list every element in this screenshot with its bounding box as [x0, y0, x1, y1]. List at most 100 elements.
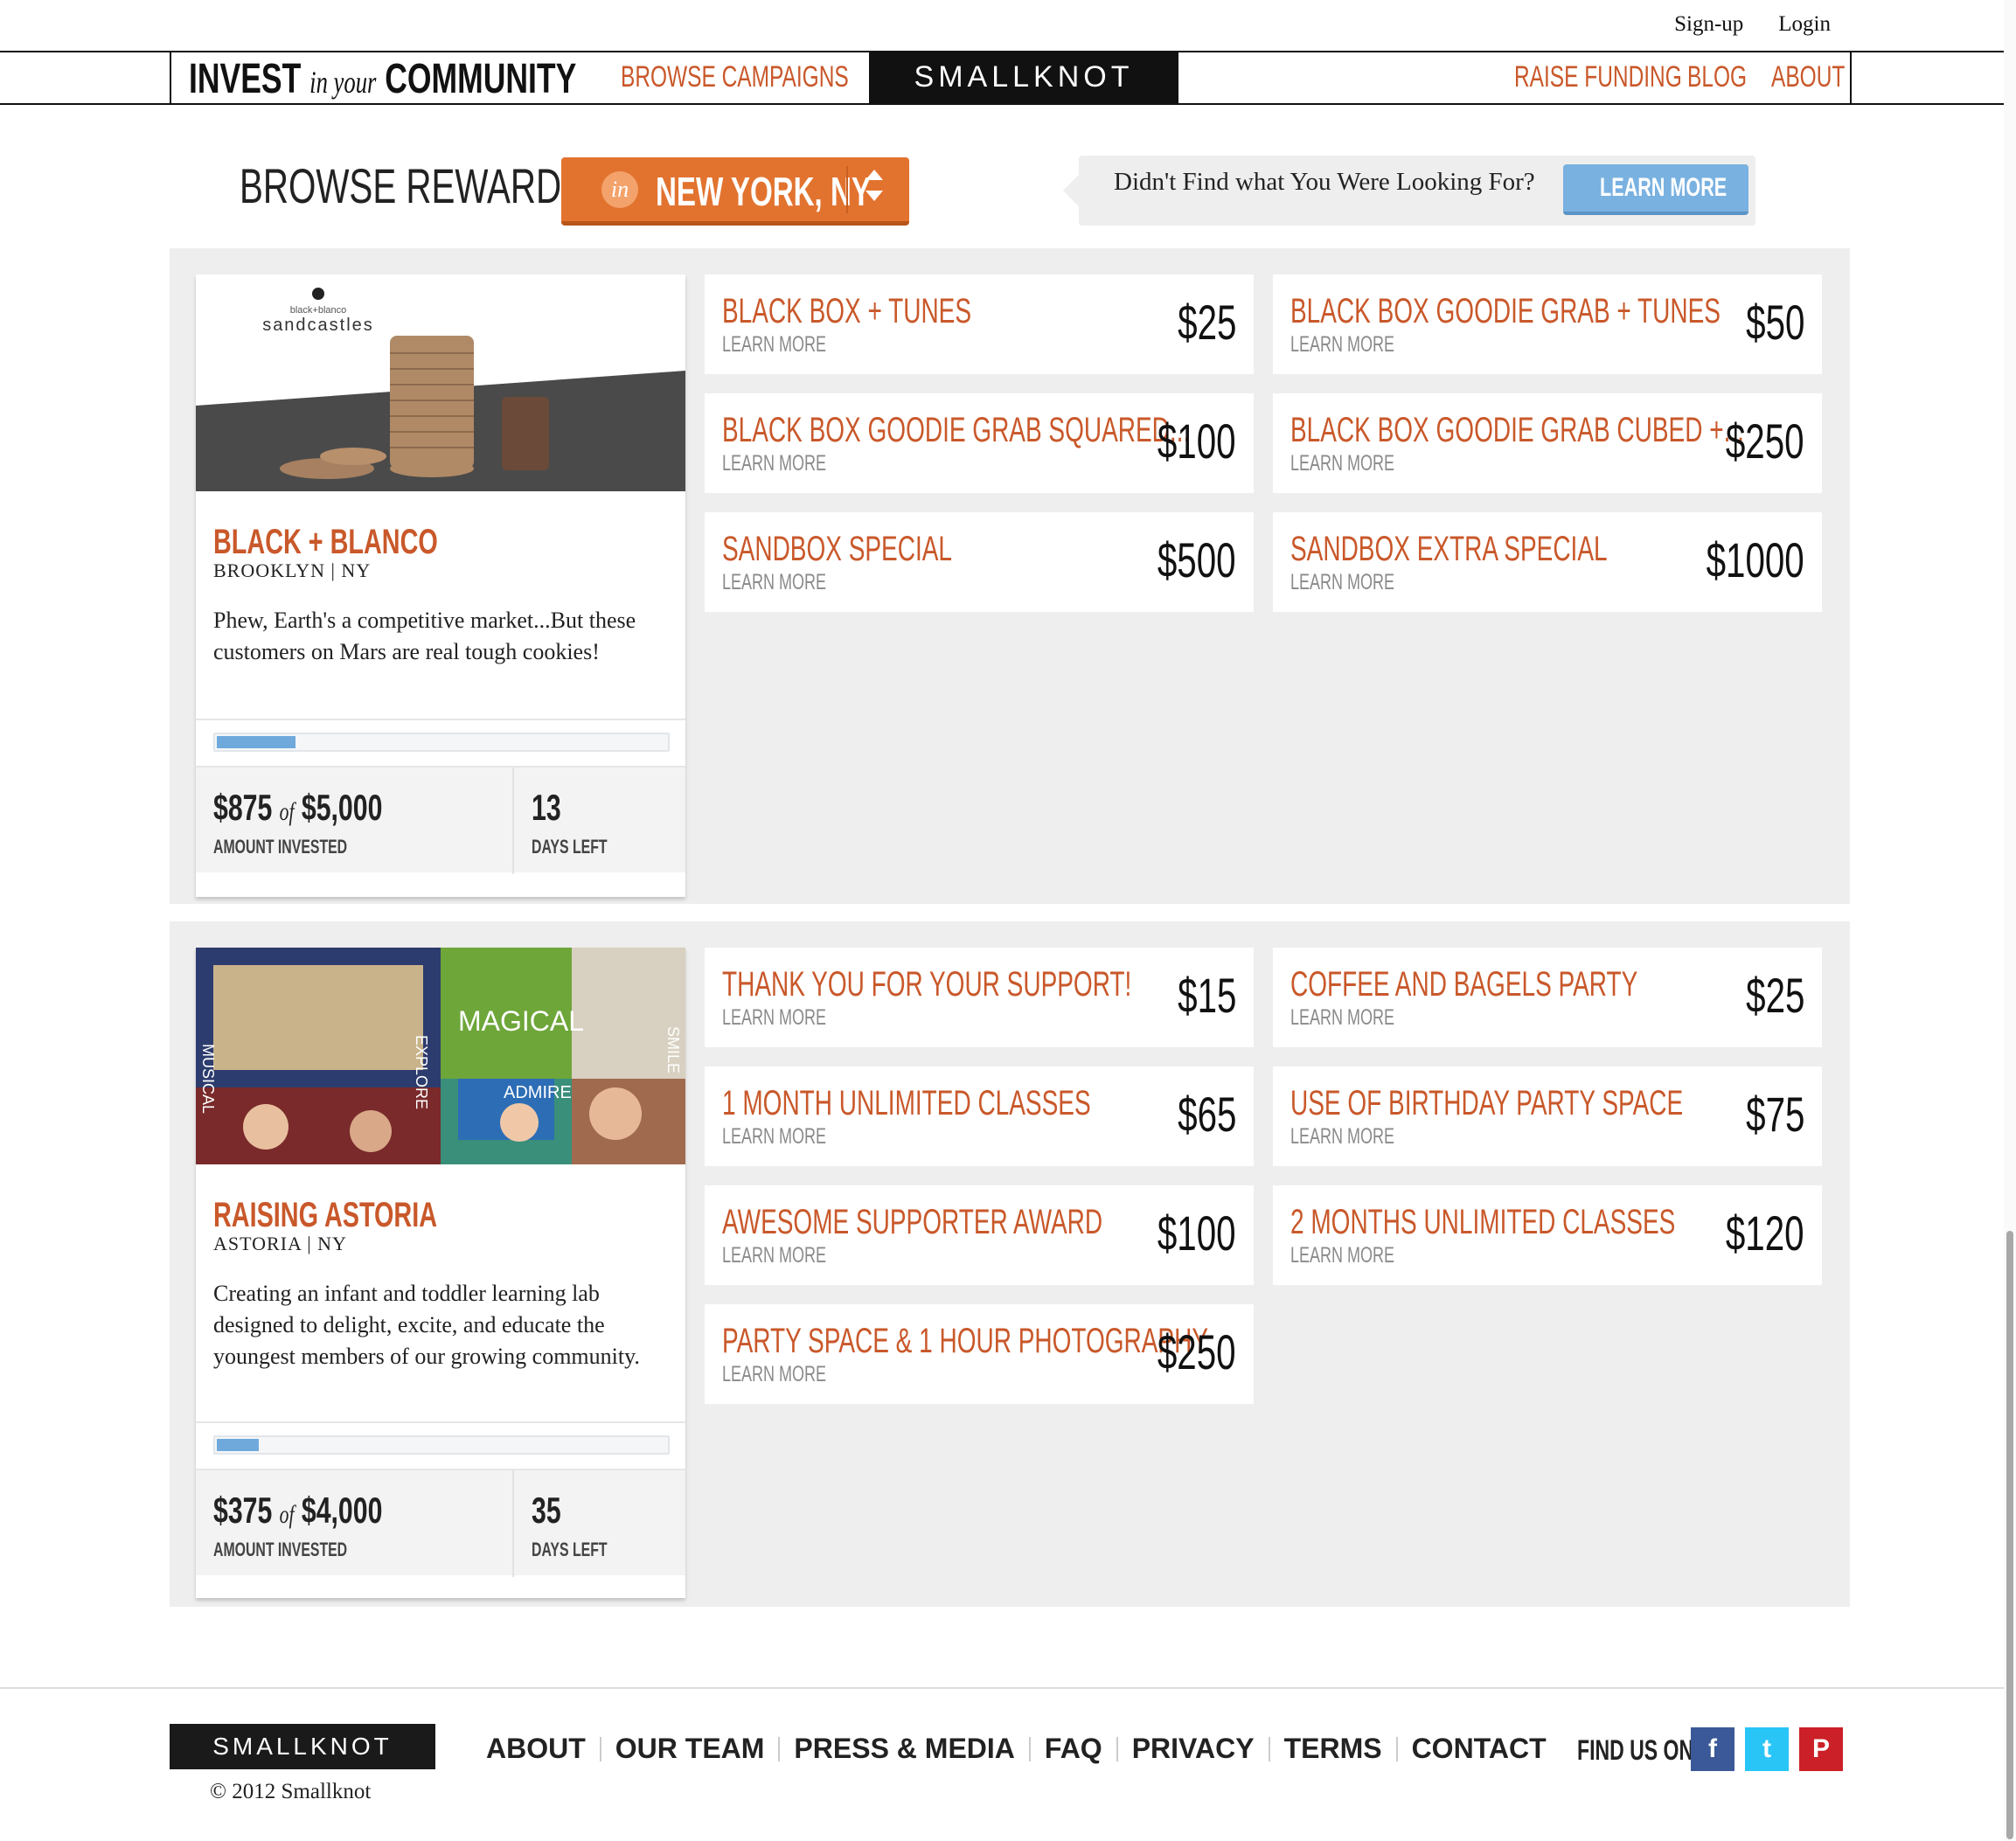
- reward-learn-more[interactable]: LEARN MORE: [1290, 451, 1394, 476]
- amount-label: AMOUNT INVESTED: [213, 836, 348, 858]
- reward-learn-more[interactable]: LEARN MORE: [722, 1243, 826, 1268]
- days-left-label: DAYS LEFT: [532, 1539, 608, 1560]
- reward-item[interactable]: AWESOME SUPPORTER AWARD LEARN MORE $100: [705, 1185, 1254, 1285]
- reward-price: $15: [1177, 968, 1236, 1023]
- footer-link-about[interactable]: ABOUT: [486, 1733, 586, 1765]
- collage-word-smile: SMILE: [664, 1026, 682, 1073]
- campaign-card[interactable]: black+blanco sandcastles BLACK + BLANCO …: [196, 274, 685, 897]
- nav-browse-campaigns[interactable]: BROWSE CAMPAIGNS: [621, 60, 849, 94]
- reward-title: USE OF BIRTHDAY PARTY SPACE: [1290, 1084, 1684, 1122]
- days-left-value: 13: [532, 787, 561, 828]
- footer-separator: [1028, 1736, 1031, 1761]
- footer-link-press-media[interactable]: PRESS & MEDIA: [794, 1733, 1014, 1765]
- copyright: © 2012 Smallknot: [210, 1780, 372, 1803]
- footer-link-faq[interactable]: FAQ: [1045, 1733, 1102, 1765]
- nav-blog[interactable]: BLOG: [1687, 60, 1747, 94]
- reward-item[interactable]: USE OF BIRTHDAY PARTY SPACE LEARN MORE $…: [1273, 1066, 1822, 1166]
- footer-link-terms[interactable]: TERMS: [1284, 1733, 1382, 1765]
- reward-price: $25: [1745, 968, 1804, 1023]
- site-logo[interactable]: SMALLKNOT: [869, 51, 1178, 103]
- collage-word-admire: ADMIRE: [504, 1083, 572, 1102]
- reward-learn-more[interactable]: LEARN MORE: [722, 1124, 826, 1150]
- find-us-label: FIND US ON: [1577, 1734, 1694, 1766]
- reward-item[interactable]: PARTY SPACE & 1 HOUR PHOTOGRAPHY LEARN M…: [705, 1304, 1254, 1404]
- notice-text: Didn't Find what You Were Looking For?: [1114, 168, 1535, 196]
- footer-separator: [1395, 1736, 1398, 1761]
- reward-item[interactable]: THANK YOU FOR YOUR SUPPORT! LEARN MORE $…: [705, 948, 1254, 1047]
- footer-separator: [1268, 1736, 1270, 1761]
- campaign-card[interactable]: MAGICAL ADMIRE EXPLORE MUSICAL SMILE RAI…: [196, 948, 685, 1598]
- scrollbar-track[interactable]: [2004, 0, 2016, 1841]
- campaign-title[interactable]: RAISING ASTORIA: [213, 1196, 437, 1235]
- footer-link-our-team[interactable]: OUR TEAM: [615, 1733, 765, 1765]
- reward-price: $50: [1745, 295, 1804, 350]
- reward-learn-more[interactable]: LEARN MORE: [1290, 1124, 1394, 1150]
- footer-separator: [778, 1736, 781, 1761]
- campaign-title[interactable]: BLACK + BLANCO: [213, 523, 438, 562]
- pinterest-icon[interactable]: P: [1799, 1727, 1843, 1771]
- campaign-stats: $875 of $5,000 AMOUNT INVESTED 13 DAYS L…: [196, 766, 685, 874]
- card-divider: [196, 719, 685, 720]
- page-title: BROWSE REWARDS: [240, 158, 586, 213]
- reward-learn-more[interactable]: LEARN MORE: [722, 1005, 826, 1031]
- reward-item[interactable]: 2 MONTHS UNLIMITED CLASSES LEARN MORE $1…: [1273, 1185, 1822, 1285]
- tagline-inyour: in your: [309, 65, 377, 100]
- reward-item[interactable]: SANDBOX SPECIAL LEARN MORE $500: [705, 512, 1254, 612]
- days-left-value: 35: [532, 1490, 561, 1531]
- campaign-description: Creating an infant and toddler learning …: [213, 1281, 640, 1369]
- reward-learn-more[interactable]: LEARN MORE: [722, 1362, 826, 1387]
- reward-learn-more[interactable]: LEARN MORE: [1290, 570, 1394, 595]
- reward-title: 2 MONTHS UNLIMITED CLASSES: [1290, 1203, 1676, 1241]
- nav-raise-funding[interactable]: RAISE FUNDING: [1514, 60, 1682, 94]
- reward-learn-more[interactable]: LEARN MORE: [1290, 1243, 1394, 1268]
- reward-title: COFFEE AND BAGELS PARTY: [1290, 965, 1638, 1004]
- reward-price: $25: [1177, 295, 1236, 350]
- facebook-icon[interactable]: f: [1691, 1727, 1734, 1771]
- reward-title: AWESOME SUPPORTER AWARD: [722, 1203, 1103, 1241]
- progress-bar: [213, 733, 670, 752]
- reward-learn-more[interactable]: LEARN MORE: [722, 332, 826, 358]
- reward-item[interactable]: 1 MONTH UNLIMITED CLASSES LEARN MORE $65: [705, 1066, 1254, 1166]
- footer-logo[interactable]: SMALLKNOT: [170, 1724, 435, 1769]
- reward-price: $500: [1157, 532, 1236, 587]
- reward-price: $1000: [1706, 532, 1804, 587]
- reward-learn-more[interactable]: LEARN MORE: [1290, 332, 1394, 358]
- reward-item[interactable]: SANDBOX EXTRA SPECIAL LEARN MORE $1000: [1273, 512, 1822, 612]
- reward-learn-more[interactable]: LEARN MORE: [1290, 1005, 1394, 1031]
- login-link[interactable]: Login: [1778, 12, 1831, 37]
- reward-title: THANK YOU FOR YOUR SUPPORT!: [722, 965, 1132, 1004]
- reward-learn-more[interactable]: LEARN MORE: [722, 451, 826, 476]
- city-selector[interactable]: in NEW YORK, NY: [561, 157, 909, 226]
- amount-goal: $5,000: [301, 787, 383, 828]
- amount-invested: $375 of $4,000: [213, 1490, 382, 1532]
- reward-price: $100: [1157, 1205, 1236, 1261]
- twitter-icon[interactable]: t: [1745, 1727, 1789, 1771]
- collage-word-magical: MAGICAL: [458, 1005, 584, 1037]
- footer-separator: [599, 1736, 601, 1761]
- stats-divider: [512, 768, 514, 874]
- amount-raised: $875: [213, 787, 273, 828]
- reward-item[interactable]: COFFEE AND BAGELS PARTY LEARN MORE $25: [1273, 948, 1822, 1047]
- reward-learn-more[interactable]: LEARN MORE: [722, 570, 826, 595]
- reward-item[interactable]: BLACK BOX GOODIE GRAB + TUNES LEARN MORE…: [1273, 274, 1822, 374]
- reward-title: PARTY SPACE & 1 HOUR PHOTOGRAPHY: [722, 1322, 1208, 1360]
- collage-word-musical: MUSICAL: [199, 1044, 217, 1114]
- scrollbar-thumb[interactable]: [2006, 1231, 2013, 1839]
- reward-item[interactable]: BLACK BOX GOODIE GRAB CUBED +... LEARN M…: [1273, 393, 1822, 493]
- footer-link-privacy[interactable]: PRIVACY: [1132, 1733, 1255, 1765]
- reward-item[interactable]: BLACK BOX + TUNES LEARN MORE $25: [705, 274, 1254, 374]
- signup-link[interactable]: Sign-up: [1674, 12, 1743, 37]
- reward-title: 1 MONTH UNLIMITED CLASSES: [722, 1084, 1091, 1122]
- progress-fill: [217, 1439, 259, 1451]
- cookies-image: black+blanco sandcastles: [196, 274, 685, 491]
- nav-about[interactable]: ABOUT: [1771, 60, 1845, 94]
- campaign-image[interactable]: MAGICAL ADMIRE EXPLORE MUSICAL SMILE: [196, 948, 685, 1164]
- footer-link-contact[interactable]: CONTACT: [1412, 1733, 1547, 1765]
- campaign-section-2: MAGICAL ADMIRE EXPLORE MUSICAL SMILE RAI…: [170, 921, 1850, 1607]
- campaign-image[interactable]: black+blanco sandcastles: [196, 274, 685, 491]
- reward-item[interactable]: BLACK BOX GOODIE GRAB SQUARED... LEARN M…: [705, 393, 1254, 493]
- learn-more-button[interactable]: LEARN MORE: [1563, 164, 1748, 215]
- reward-title: SANDBOX EXTRA SPECIAL: [1290, 530, 1608, 568]
- amount-of: of: [279, 1500, 295, 1529]
- reward-price: $75: [1745, 1087, 1804, 1142]
